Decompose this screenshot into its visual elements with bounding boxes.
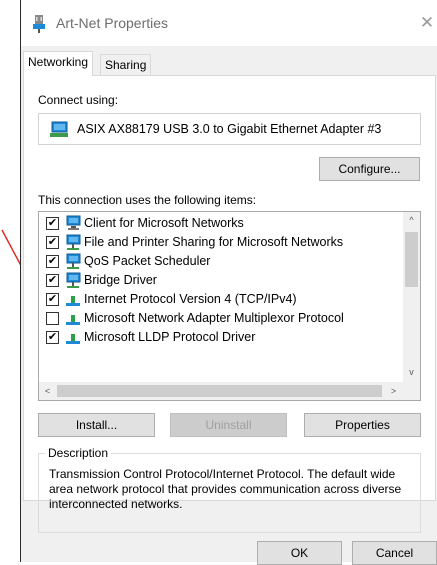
scroll-right-icon[interactable]: > — [385, 382, 402, 400]
adapter-box: ASIX AX88179 USB 3.0 to Gigabit Ethernet… — [38, 113, 421, 145]
scroll-down-icon[interactable]: v — [403, 364, 420, 381]
scroll-left-icon[interactable]: < — [39, 382, 56, 400]
horizontal-scrollbar[interactable]: < > — [39, 382, 403, 400]
network-service-icon — [66, 253, 81, 269]
tab-networking[interactable]: Networking — [23, 51, 94, 76]
list-item-bridge-driver[interactable]: ✔ Bridge Driver — [39, 271, 403, 290]
properties-window: Art-Net Properties ✕ Networking Sharing … — [20, 0, 437, 565]
networking-panel: Connect using: ASIX AX88179 USB 3.0 to G… — [23, 75, 436, 533]
items-label: This connection uses the following items… — [38, 193, 257, 207]
cancel-button[interactable]: Cancel — [352, 541, 437, 565]
item-checkbox[interactable]: ✔ — [46, 236, 59, 249]
close-button[interactable]: ✕ — [417, 14, 437, 34]
network-adapter-icon — [33, 15, 45, 33]
item-label: Client for Microsoft Networks — [84, 216, 244, 230]
item-label: QoS Packet Scheduler — [84, 254, 211, 268]
items-list[interactable]: ✔ Client for Microsoft Networks ✔ File a… — [38, 211, 421, 401]
network-service-icon — [66, 234, 81, 250]
description-title: Description — [45, 446, 112, 460]
protocol-icon — [66, 296, 80, 306]
item-checkbox[interactable]: ✔ — [46, 255, 59, 268]
tab-networking-label: Networking — [28, 55, 89, 69]
tab-sharing-label: Sharing — [105, 58, 147, 72]
network-client-icon — [66, 215, 81, 230]
item-label: Microsoft Network Adapter Multiplexor Pr… — [84, 311, 344, 325]
tab-sharing[interactable]: Sharing — [100, 54, 152, 76]
protocol-icon — [66, 315, 80, 325]
description-group: Description Transmission Control Protoco… — [38, 446, 421, 533]
protocol-icon — [66, 334, 80, 344]
item-label: Internet Protocol Version 4 (TCP/IPv4) — [84, 292, 297, 306]
network-service-icon — [66, 272, 81, 288]
list-item-ipv4[interactable]: ✔ Internet Protocol Version 4 (TCP/IPv4) — [39, 290, 403, 309]
item-label: File and Printer Sharing for Microsoft N… — [84, 235, 344, 249]
dialog-body: Networking Sharing Connect using: ASIX A… — [21, 46, 437, 565]
horizontal-scroll-thumb[interactable] — [57, 385, 382, 397]
list-item-client-ms[interactable]: ✔ Client for Microsoft Networks — [39, 214, 403, 233]
uninstall-button[interactable]: Uninstall — [170, 413, 287, 437]
vertical-scrollbar[interactable]: ^ v — [403, 212, 420, 382]
item-label: Bridge Driver — [84, 273, 157, 287]
list-item-file-printer-sharing[interactable]: ✔ File and Printer Sharing for Microsoft… — [39, 233, 403, 252]
description-text: Transmission Control Protocol/Internet P… — [49, 467, 402, 511]
connect-using-label: Connect using: — [38, 93, 119, 107]
adapter-name: ASIX AX88179 USB 3.0 to Gigabit Ethernet… — [77, 122, 382, 136]
item-checkbox[interactable]: ✔ — [46, 331, 59, 344]
properties-button[interactable]: Properties — [304, 413, 421, 437]
item-checkbox[interactable]: ✔ — [46, 293, 59, 306]
scroll-corner — [403, 382, 420, 400]
list-item-qos[interactable]: ✔ QoS Packet Scheduler — [39, 252, 403, 271]
close-icon: ✕ — [419, 13, 435, 32]
item-checkbox[interactable]: ✔ — [46, 217, 59, 230]
title-bar[interactable]: Art-Net Properties ✕ — [21, 0, 437, 46]
ok-button[interactable]: OK — [257, 541, 342, 565]
window-title: Art-Net Properties — [56, 15, 169, 31]
install-button[interactable]: Install... — [38, 413, 155, 437]
list-item-lldp[interactable]: ✔ Microsoft LLDP Protocol Driver — [39, 328, 403, 347]
vertical-scroll-thumb[interactable] — [405, 232, 418, 287]
item-label: Microsoft LLDP Protocol Driver — [84, 330, 256, 344]
scroll-up-icon[interactable]: ^ — [403, 212, 420, 229]
network-adapter-icon — [50, 121, 68, 137]
item-checkbox[interactable] — [46, 312, 59, 325]
item-checkbox[interactable]: ✔ — [46, 274, 59, 287]
configure-button[interactable]: Configure... — [319, 157, 420, 181]
list-item-multiplexor[interactable]: Microsoft Network Adapter Multiplexor Pr… — [39, 309, 403, 328]
